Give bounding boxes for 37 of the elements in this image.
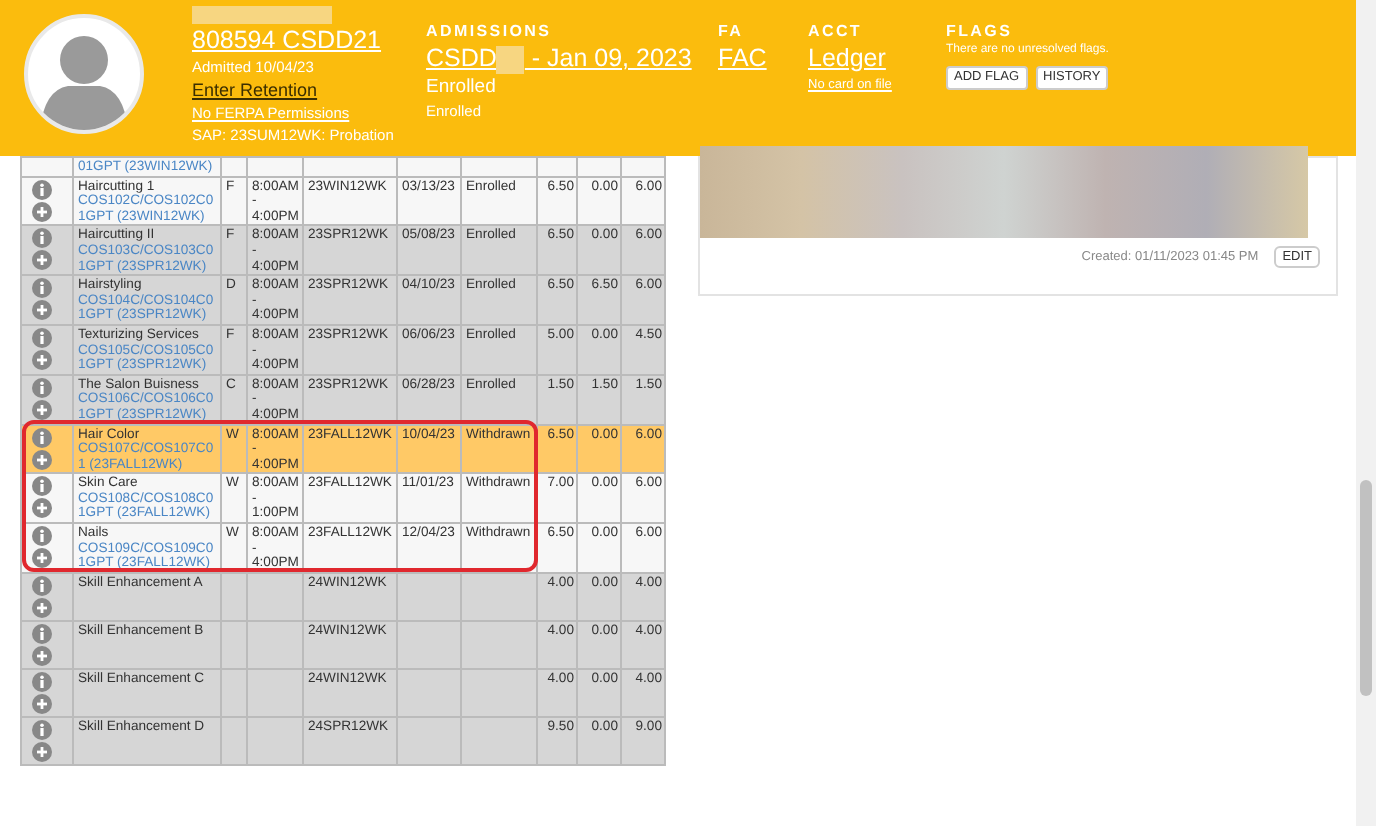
add-icon[interactable]: [32, 741, 52, 762]
add-icon[interactable]: [32, 645, 52, 666]
add-icon[interactable]: [32, 300, 52, 321]
section-label: ACCT: [808, 22, 863, 42]
info-icon[interactable]: [32, 671, 52, 692]
scroll-bar[interactable]: [1356, 0, 1376, 826]
add-icon[interactable]: [32, 548, 52, 569]
redaction-block: [192, 6, 332, 24]
section-label: FLAGS: [946, 22, 1013, 42]
add-icon[interactable]: [32, 201, 52, 222]
student-id-link[interactable]: 808594 CSDD21: [192, 24, 382, 56]
info-icon[interactable]: [32, 526, 52, 547]
add-icon[interactable]: [32, 349, 52, 370]
info-icon[interactable]: [32, 228, 52, 249]
info-icon[interactable]: [32, 327, 52, 348]
info-icon[interactable]: [32, 427, 52, 447]
ledger-link[interactable]: Ledger: [808, 42, 886, 74]
add-icon[interactable]: [32, 597, 52, 618]
fa-link[interactable]: FAC: [718, 42, 767, 74]
add-icon[interactable]: [32, 498, 52, 519]
info-icon[interactable]: [32, 719, 52, 740]
add-icon[interactable]: [32, 399, 52, 420]
info-icon[interactable]: [32, 179, 52, 200]
retention-link[interactable]: Enter Retention: [192, 78, 318, 102]
info-icon[interactable]: [32, 278, 52, 299]
program-link[interactable]: CSDD - Jan 09, 2023: [426, 42, 692, 74]
section-label: ADMISSIONS: [426, 22, 552, 42]
info-icon[interactable]: [32, 377, 52, 398]
section-label: FA: [718, 22, 744, 42]
enrollment-status: Enrolled: [426, 74, 496, 100]
redaction-block: [496, 45, 525, 74]
add-icon[interactable]: [32, 449, 52, 469]
info-icon[interactable]: [32, 623, 52, 644]
add-icon[interactable]: [32, 250, 52, 271]
info-icon[interactable]: [32, 575, 52, 596]
add-icon[interactable]: [32, 693, 52, 714]
info-icon[interactable]: [32, 476, 52, 497]
